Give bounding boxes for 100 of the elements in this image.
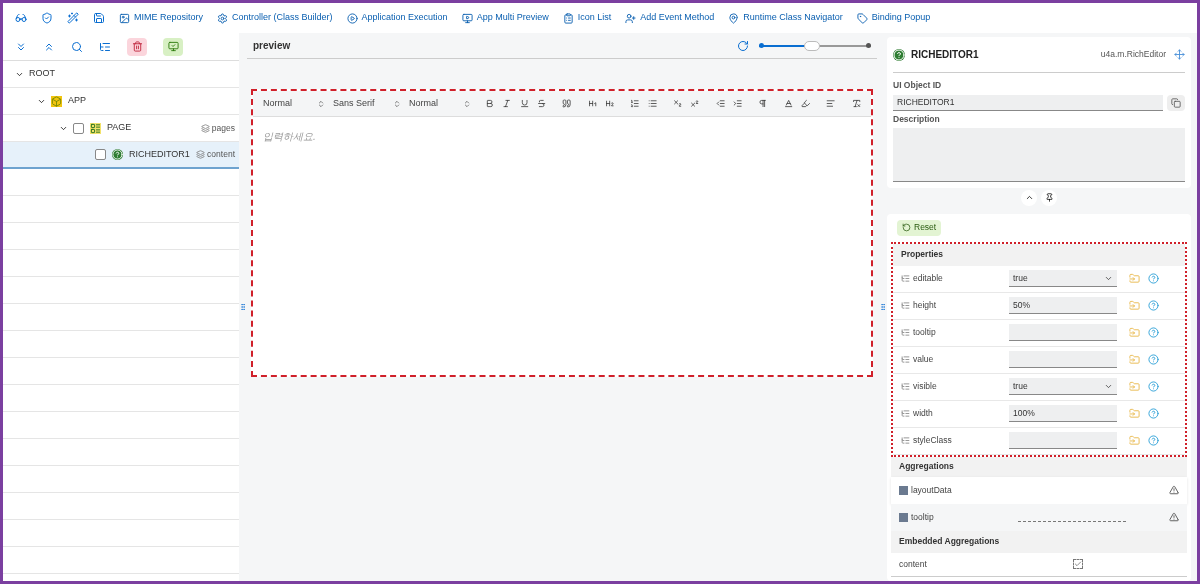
highlight-icon[interactable] xyxy=(800,98,811,109)
refresh-icon[interactable] xyxy=(737,39,749,52)
tree-label: APP xyxy=(68,94,86,108)
format-select[interactable]: Sans Serif xyxy=(333,96,409,111)
text-color-icon[interactable] xyxy=(783,98,793,109)
section-header: Embedded Aggregations xyxy=(891,530,1187,553)
object-id-field[interactable]: RICHEDITOR1 xyxy=(893,94,1163,111)
aggregation-icon xyxy=(899,485,908,495)
copy-button[interactable] xyxy=(1167,94,1185,111)
toolbar-button[interactable]: MIME Repository xyxy=(119,11,204,25)
outdent-icon[interactable] xyxy=(715,98,725,109)
help-icon[interactable] xyxy=(1148,300,1159,311)
clipboard-icon xyxy=(562,12,574,24)
help-icon[interactable] xyxy=(1148,273,1159,284)
layers-icon xyxy=(200,123,210,133)
toolbar-button[interactable]: Add Event Method xyxy=(625,11,715,25)
align-icon[interactable] xyxy=(826,98,836,109)
property-icon xyxy=(901,409,910,418)
superscript-icon[interactable] xyxy=(690,98,700,109)
toolbar-button[interactable]: Application Execution xyxy=(346,11,448,25)
list-icon[interactable] xyxy=(99,40,111,53)
bullet-list-icon[interactable] xyxy=(647,98,657,109)
property-select[interactable]: true xyxy=(1009,378,1117,395)
toolbar-button[interactable]: App Multi Preview xyxy=(461,11,549,25)
zoom-slider[interactable] xyxy=(759,40,871,51)
tree-row[interactable]: ROOT xyxy=(3,61,239,88)
expand-all-icon[interactable] xyxy=(15,40,27,53)
ordered-list-icon[interactable] xyxy=(630,98,640,109)
aggregation-row[interactable]: layoutData xyxy=(891,476,1187,504)
toolbar-button[interactable]: Controller (Class Builder) xyxy=(217,11,333,25)
chevron-up-icon xyxy=(1024,193,1034,202)
delete-button[interactable] xyxy=(127,37,147,56)
checkbox[interactable] xyxy=(1073,559,1083,569)
property-field[interactable] xyxy=(1009,432,1117,449)
help-icon[interactable] xyxy=(1148,435,1159,446)
pin-button[interactable] xyxy=(1041,189,1057,206)
indent-icon[interactable] xyxy=(732,98,743,109)
property-icon xyxy=(901,436,910,445)
italic-icon[interactable] xyxy=(502,98,512,109)
aggregation-row[interactable]: tooltip xyxy=(891,503,1187,531)
property-icon xyxy=(901,355,910,364)
up-down-icon xyxy=(463,99,471,108)
help-icon[interactable] xyxy=(1148,354,1159,365)
warning-icon xyxy=(1169,485,1179,495)
property-name: styleClass xyxy=(913,434,953,447)
reset-button[interactable]: Reset xyxy=(897,219,942,236)
underline-icon[interactable] xyxy=(519,98,529,109)
format-select[interactable]: Normal xyxy=(263,96,333,111)
pilcrow-icon[interactable] xyxy=(758,98,768,109)
trash-icon xyxy=(131,41,143,52)
move-icon[interactable] xyxy=(1174,49,1185,60)
property-name: tooltip xyxy=(913,326,937,339)
splitter-handle-icon[interactable] xyxy=(239,302,247,312)
check-icon xyxy=(1074,560,1082,568)
property-name: width xyxy=(913,407,934,420)
up-down-icon xyxy=(393,99,401,108)
preview-button[interactable] xyxy=(163,37,183,56)
property-name: visible xyxy=(913,380,938,393)
help-icon[interactable] xyxy=(1148,381,1159,392)
property-icon xyxy=(901,382,910,391)
bold-icon[interactable] xyxy=(485,98,495,109)
checkbox[interactable] xyxy=(95,149,106,160)
toolbar-button[interactable]: Binding Popup xyxy=(856,11,931,25)
property-select[interactable]: true xyxy=(1009,270,1117,287)
splitter-handle-icon[interactable] xyxy=(879,302,887,312)
property-field[interactable]: 100% xyxy=(1009,405,1117,422)
help-icon[interactable] xyxy=(1148,408,1159,419)
save-icon[interactable] xyxy=(93,12,105,24)
property-icon xyxy=(901,274,910,283)
format-select[interactable]: Normal xyxy=(409,96,479,111)
heading-one-icon[interactable] xyxy=(587,98,597,109)
heading-two-icon[interactable] xyxy=(604,98,615,109)
clear-format-icon[interactable] xyxy=(851,98,861,109)
search-icon[interactable] xyxy=(71,40,83,53)
subscript-icon[interactable] xyxy=(672,98,683,109)
toolbar-button[interactable]: Runtime Class Navigator xyxy=(728,11,843,25)
gear-icon xyxy=(217,12,229,24)
tree-row[interactable]: RICHEDITOR1 content xyxy=(3,142,239,169)
toolbar-button[interactable]: Icon List xyxy=(562,11,612,25)
section-header: Aggregations xyxy=(891,456,1187,477)
up-down-icon xyxy=(317,99,325,108)
tree-label: RICHEDITOR1 xyxy=(129,147,190,161)
shield-icon[interactable] xyxy=(41,12,53,24)
help-icon[interactable] xyxy=(1148,327,1159,338)
description-field[interactable] xyxy=(893,127,1185,182)
property-field[interactable]: 50% xyxy=(1009,297,1117,314)
editor-field[interactable]: 입력하세요. xyxy=(263,129,861,144)
property-field[interactable] xyxy=(1009,351,1117,368)
user-icon xyxy=(625,12,637,24)
magic-wand-icon[interactable] xyxy=(67,12,79,24)
property-field[interactable] xyxy=(1009,324,1117,341)
quote-icon[interactable] xyxy=(562,98,572,109)
strikethrough-icon[interactable] xyxy=(537,98,547,109)
aggregation-name: layoutData xyxy=(911,483,953,497)
checkbox[interactable] xyxy=(73,122,84,134)
section-header: Properties xyxy=(893,243,1185,266)
tree-row[interactable]: APP xyxy=(3,88,239,115)
glasses-icon[interactable] xyxy=(15,12,27,24)
copy-icon xyxy=(1171,97,1181,108)
property-name: editable xyxy=(913,272,944,285)
